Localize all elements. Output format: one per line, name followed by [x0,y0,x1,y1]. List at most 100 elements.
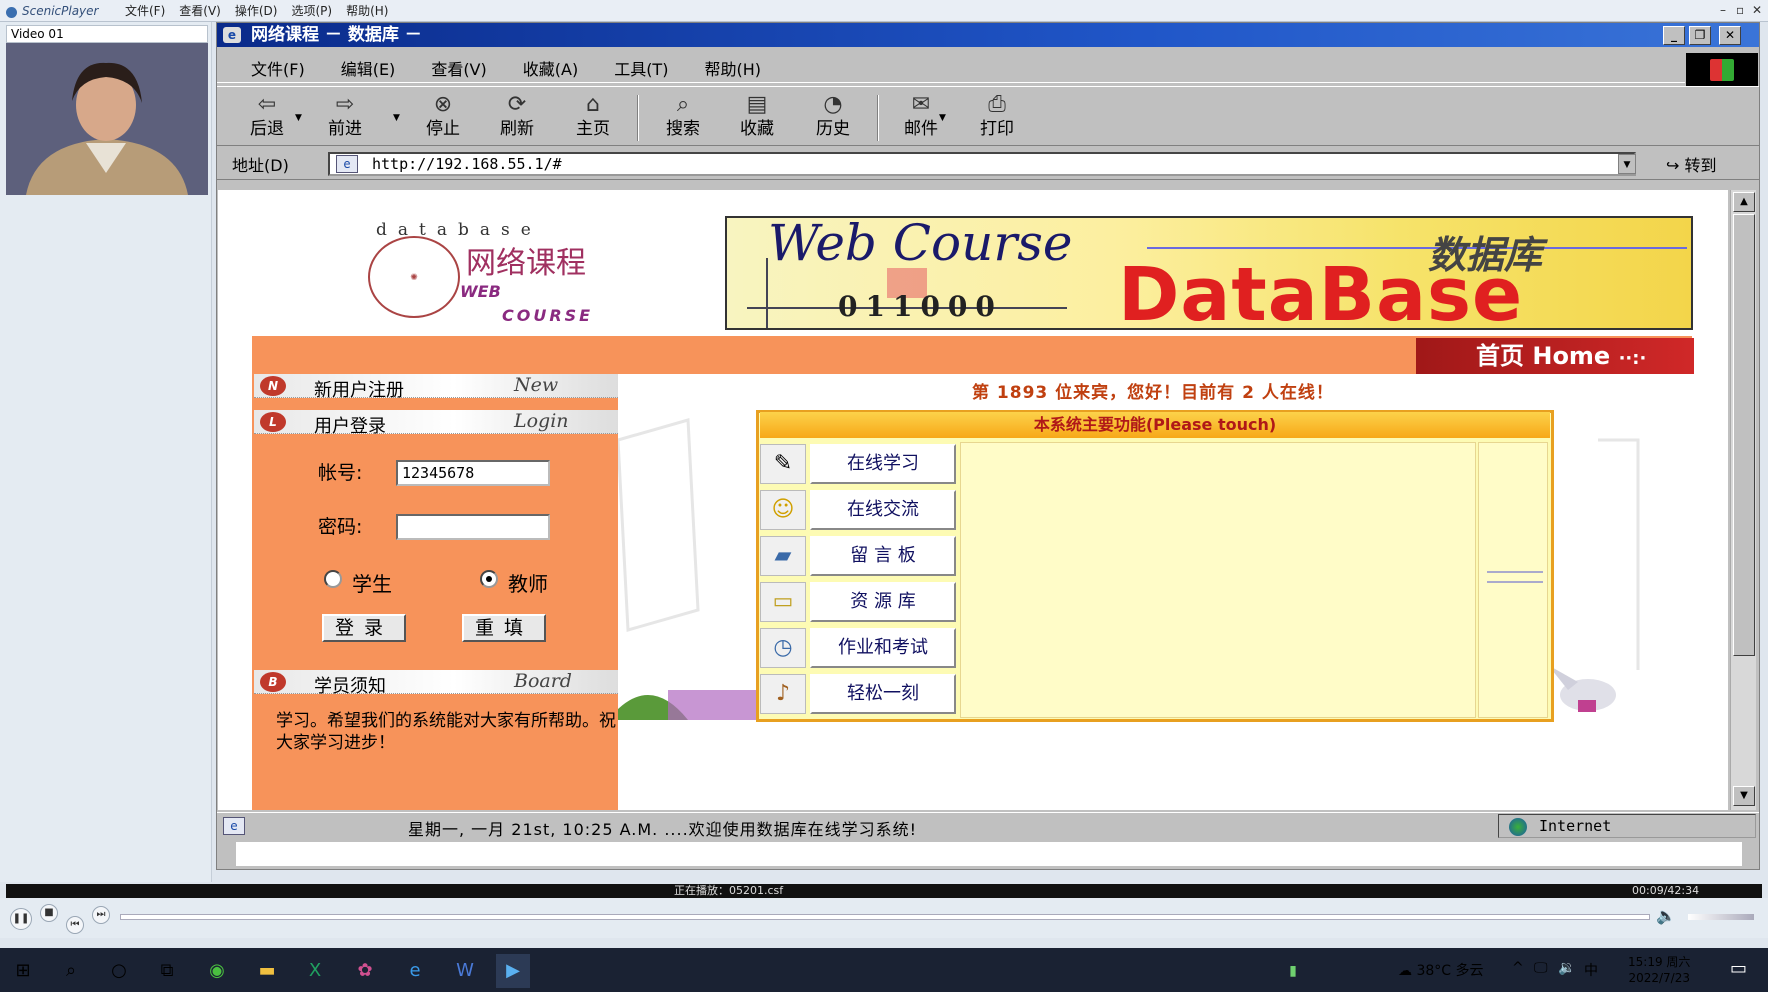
stop-button[interactable]: ■ [40,904,58,922]
address-dropdown-button[interactable]: ▼ [1618,154,1636,174]
player-menu-action[interactable]: 操作(D) [235,2,278,19]
player-menu-options[interactable]: 选项(P) [291,2,332,19]
forward-dropdown-icon[interactable]: ▼ [393,113,400,123]
volume-slider[interactable] [1688,914,1754,920]
excel-icon[interactable]: X [298,954,332,988]
file-explorer-icon[interactable]: ▬ [250,954,284,988]
network-icon[interactable]: 🖵 [1534,960,1548,976]
clock[interactable]: 15:19 周六 2022/7/23 [1628,954,1690,986]
task-view-icon[interactable]: ⧉ [150,954,184,988]
function-resources[interactable]: ▭ 资 源 库 [760,580,956,624]
student-notice-text: 学习。希望我们的系统能对大家有所帮助。祝大家学习进步！ [276,711,616,753]
favorites-button[interactable]: ▤ 收藏 [725,91,789,145]
weather-widget[interactable]: ☁ 38°C 多云 [1398,960,1484,980]
book-icon: ✎ [760,444,806,484]
ie-menu-view[interactable]: 查看(V) [431,56,486,80]
function-content-area [960,442,1476,718]
player-menu-help[interactable]: 帮助(H) [346,2,388,19]
bird-decoration [1548,665,1616,712]
ie-menu-edit[interactable]: 编辑(E) [341,56,396,80]
scroll-up-button[interactable]: ▲ [1733,192,1755,212]
edge-browser-icon[interactable]: e [398,954,432,988]
home-link[interactable]: 首页 Home ··:· [1416,338,1694,374]
function-relax[interactable]: ♪ 轻松一刻 [760,672,956,716]
history-button[interactable]: ◔ 历史 [801,91,865,145]
previous-button[interactable]: ⏮ [66,916,84,934]
player-close-button[interactable]: ✕ [1752,3,1762,17]
app-icon[interactable]: ✿ [348,954,382,988]
notification-icon[interactable]: ▭ [1730,958,1747,979]
back-button[interactable]: ⇦ 后退 [235,91,299,145]
tray-chevron-icon[interactable]: ^ [1512,960,1524,976]
refresh-button[interactable]: ⟳ 刷新 [485,91,549,145]
media-player-icon[interactable]: ▶ [496,954,530,988]
back-dropdown-icon[interactable]: ▼ [295,113,302,123]
stop-button[interactable]: ⊗ 停止 [411,91,475,145]
new-user-register-link[interactable]: N 新用户注册 New [254,374,618,401]
volume-icon[interactable]: 🔈 [1656,906,1676,925]
function-homework-exam[interactable]: ◷ 作业和考试 [760,626,956,670]
ie-titlebar: e 网络课程 － 数据库 － _ ❐ ✕ [217,23,1759,47]
player-restore-button[interactable]: ▫ [1736,3,1744,17]
battery-icon[interactable]: ▮ [1276,954,1310,988]
ie-minimize-button[interactable]: _ [1663,26,1685,45]
logo-database-word: database [376,220,542,240]
browser-360-icon[interactable]: ◉ [200,954,234,988]
status-text: 星期一, 一月 21st, 10:25 A.M. ....欢迎使用数据库在线学习… [408,820,918,839]
speaker-icon[interactable]: 🔉 [1558,960,1575,976]
university-seal-logo: ✺ [368,236,460,318]
mail-dropdown-icon[interactable]: ▼ [939,113,946,123]
search-icon[interactable]: ⌕ [54,954,88,988]
role-teacher-radio[interactable] [480,570,498,588]
address-input[interactable]: e http://192.168.55.1/# [328,152,1636,176]
role-student-radio[interactable] [324,570,342,588]
player-menu-file[interactable]: 文件(F) [125,2,165,19]
banner-number: 011000 [838,290,1003,323]
forward-button[interactable]: ⇨ 前进 [313,91,377,145]
cortana-circle-icon[interactable]: ○ [102,954,136,988]
scroll-down-button[interactable]: ▼ [1733,786,1755,806]
player-menu-view[interactable]: 查看(V) [179,2,221,19]
print-button[interactable]: ⎙ 打印 [965,91,1029,145]
search-button[interactable]: ⌕ 搜索 [651,91,715,145]
start-windows-icon[interactable]: ⊞ [6,954,40,988]
elapsed-time: 00:09/42:34 [1632,884,1700,897]
home-button[interactable]: ⌂ 主页 [561,91,625,145]
ime-indicator[interactable]: 中 [1584,960,1598,980]
forward-arrow-icon: ⇨ [335,92,355,117]
refresh-icon: ⟳ [507,92,527,117]
ie-menu-help[interactable]: 帮助(H) [704,56,761,80]
ie-toolbar: ⇦ 后退 ▼ ⇨ 前进 ▼ ⊗ 停止 ⟳ 刷新 ⌂ 主页 ⌕ 搜索 ▤ 收藏 ◔ 历史 ✉ 邮件 … [217,86,1759,146]
status-page-icon: e [223,817,245,835]
function-online-study[interactable]: ✎ 在线学习 [760,442,956,486]
player-minimize-button[interactable]: – [1720,3,1726,17]
dots-icon: ··:· [1618,348,1647,369]
login-button[interactable]: 登录 [322,614,406,642]
reset-button[interactable]: 重填 [462,614,546,642]
ie-close-button[interactable]: ✕ [1719,26,1741,45]
visitor-welcome: 第 1893 位来宾，您好！目前有 2 人在线！ [972,383,1334,403]
go-button[interactable]: ↪ 转到 [1666,152,1717,176]
page-scrollbar[interactable]: ▲ ▼ [1730,190,1756,810]
word-icon[interactable]: W [448,954,482,988]
search-icon: ⌕ [676,92,690,117]
scroll-thumb[interactable] [1733,214,1755,656]
ie-menu-favorites[interactable]: 收藏(A) [523,56,578,80]
password-input[interactable] [396,514,550,540]
next-button[interactable]: ⏭ [92,906,110,924]
player-titlebar: ScenicPlayer 文件(F) 查看(V) 操作(D) 选项(P) 帮助(… [0,0,1768,22]
notebook-icon: ▰ [760,536,806,576]
seek-slider[interactable] [120,914,1650,920]
ie-title-icon: e [223,27,241,43]
pause-button[interactable]: ❚❚ [10,908,32,930]
logo-course: COURSE [502,306,594,325]
video-label[interactable]: Video 01 [6,25,208,43]
account-input[interactable]: 12345678 [396,460,550,486]
ie-menu-file[interactable]: 文件(F) [251,56,305,80]
functions-header: 本系统主要功能(Please touch) [760,412,1550,438]
function-message-board[interactable]: ▰ 留 言 板 [760,534,956,578]
function-online-chat[interactable]: ☺ 在线交流 [760,488,956,532]
ie-maximize-button[interactable]: ❐ [1689,26,1711,45]
ie-menu-tools[interactable]: 工具(T) [614,56,668,80]
clock-icon: ◷ [760,628,806,668]
